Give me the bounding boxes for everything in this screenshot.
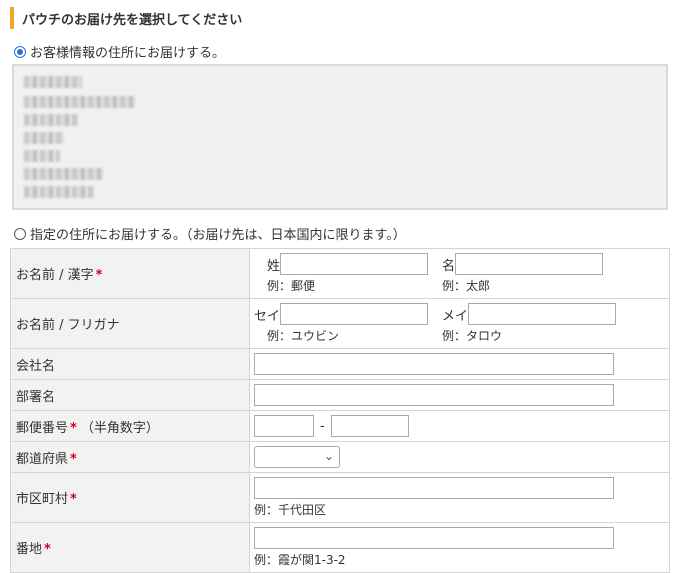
label-name-kanji: お名前 / 漢字 *: [10, 248, 250, 299]
required-mark: *: [70, 420, 77, 436]
section-accent-bar: [10, 7, 14, 29]
section-title: パウチのお届け先を選択してください: [22, 12, 243, 28]
row-name-kana: お名前 / フリガナ セイ 例：ユウビン メイ 例：タロウ: [10, 298, 670, 349]
row-street: 番地 * 例：霞が関1-3-2: [10, 522, 670, 573]
street-example: 例：霞が関1-3-2: [254, 553, 346, 567]
mei-kana-example: 例：タロウ: [442, 329, 503, 343]
mei-prefix: 名: [442, 258, 456, 274]
postal-code-second-input[interactable]: [330, 415, 409, 437]
name-kanji-sei-input[interactable]: [280, 253, 429, 275]
row-name-kanji: お名前 / 漢字 * 姓 例：郵便 名 例：太郎: [10, 248, 670, 299]
redacted-line: [24, 76, 82, 88]
label-city: 市区町村 *: [10, 472, 250, 523]
label-name-kana: お名前 / フリガナ: [10, 298, 250, 349]
chevron-down-icon: ⌄: [323, 449, 334, 463]
prefecture-select[interactable]: ⌄: [254, 446, 340, 468]
redacted-line: [24, 168, 104, 180]
row-city: 市区町村 * 例：千代田区: [10, 472, 670, 523]
mei-kana-prefix: メイ: [442, 308, 469, 324]
mei-example: 例：太郎: [442, 279, 491, 293]
specified-address-label: 指定の住所にお届けする。（お届け先は、日本国内に限ります。）: [30, 228, 406, 243]
radio-unselected-icon[interactable]: [14, 227, 26, 240]
label-street: 番地 *: [10, 522, 250, 573]
radio-selected-icon[interactable]: [14, 45, 26, 58]
required-mark: *: [70, 451, 77, 467]
section-header: パウチのお届け先を選択してください: [10, 6, 242, 30]
row-postal: 郵便番号 * （半角数字） -: [10, 410, 670, 442]
row-company: 会社名: [10, 348, 670, 380]
row-prefecture: 都道府県 * ⌄: [10, 441, 670, 473]
customer-address-label: お客様情報の住所にお届けする。: [30, 46, 226, 61]
required-mark: *: [44, 542, 51, 557]
customer-address-option[interactable]: お客様情報の住所にお届けする。: [14, 42, 225, 61]
customer-address-box: [12, 64, 668, 210]
specified-address-option[interactable]: 指定の住所にお届けする。（お届け先は、日本国内に限ります。）: [14, 224, 406, 243]
redacted-line: [24, 150, 60, 162]
sei-prefix: 姓: [267, 258, 281, 274]
sei-example: 例：郵便: [267, 279, 316, 293]
street-input[interactable]: [254, 527, 614, 549]
redacted-line: [24, 132, 64, 144]
row-department: 部署名: [10, 379, 670, 411]
redacted-line: [24, 114, 78, 126]
postal-separator: -: [320, 418, 325, 434]
postal-note: （半角数字）: [80, 420, 159, 436]
department-input[interactable]: [254, 384, 614, 406]
redacted-line: [24, 186, 94, 198]
sei-kana-example: 例：ユウビン: [267, 329, 340, 343]
label-company: 会社名: [10, 348, 250, 380]
city-example: 例：千代田区: [254, 503, 327, 517]
required-mark: *: [70, 492, 77, 507]
required-mark: *: [95, 268, 103, 283]
label-department: 部署名: [10, 379, 250, 411]
company-input[interactable]: [254, 353, 614, 375]
city-input[interactable]: [254, 477, 614, 499]
address-form: お名前 / 漢字 * 姓 例：郵便 名 例：太郎 お名前 / フリガナ セイ 例：…: [10, 248, 670, 573]
label-postal: 郵便番号 * （半角数字）: [10, 410, 250, 442]
name-kana-sei-input[interactable]: [280, 303, 429, 325]
sei-kana-prefix: セイ: [254, 308, 281, 324]
postal-code-first-input[interactable]: [254, 415, 314, 437]
name-kanji-mei-input[interactable]: [455, 253, 604, 275]
name-kana-mei-input[interactable]: [468, 303, 617, 325]
redacted-line: [24, 96, 136, 108]
label-prefecture: 都道府県 *: [10, 441, 250, 473]
